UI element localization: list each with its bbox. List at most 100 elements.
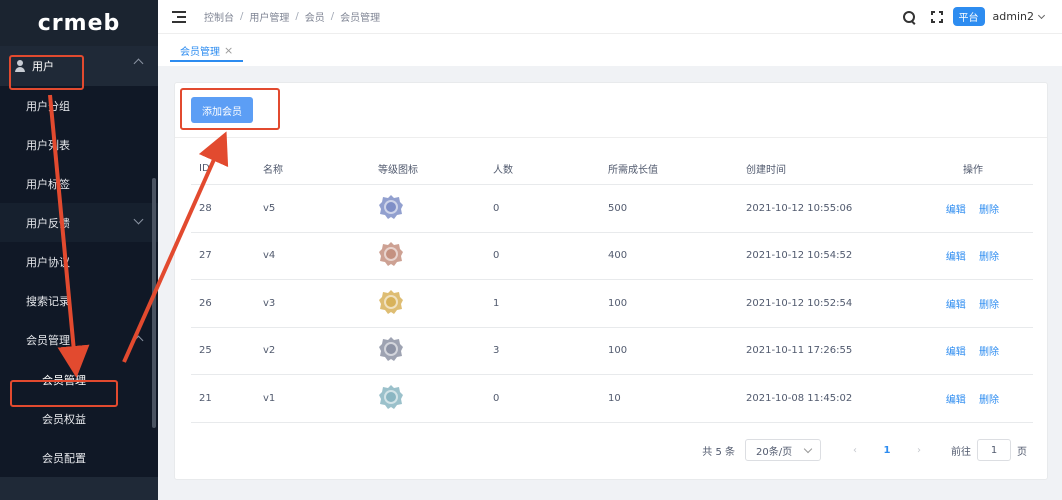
- table-row: 27 v4 0 400 2021-10-12 10:54:52 编辑 删除: [191, 233, 1033, 280]
- annotation-box-member-manage: [10, 380, 118, 407]
- cell-id: 27: [199, 250, 212, 262]
- header-count: 人数: [493, 165, 513, 176]
- cell-name: v3: [263, 297, 276, 309]
- card-toolbar: 添加会员: [175, 83, 1047, 138]
- admin-user-menu[interactable]: admin2: [993, 10, 1034, 23]
- header-growth: 所需成长值: [608, 165, 658, 176]
- breadcrumb-item[interactable]: 控制台: [204, 9, 234, 24]
- chevron-up-icon: [133, 335, 144, 346]
- cell-id: 26: [199, 297, 212, 309]
- table-row: 26 v3 1 100 2021-10-12 10:52:54 编辑 删除: [191, 280, 1033, 328]
- cell-actions: 编辑 删除: [931, 391, 1033, 406]
- cell-created: 2021-10-12 10:55:06: [746, 202, 853, 214]
- edit-link[interactable]: 编辑: [946, 205, 966, 216]
- header-id: ID: [199, 163, 210, 174]
- level-badge-icon: [378, 242, 404, 270]
- tab-label: 会员管理: [180, 46, 220, 58]
- breadcrumb-item: 会员管理: [340, 13, 381, 24]
- delete-link[interactable]: 删除: [979, 205, 999, 216]
- cell-count: 1: [493, 297, 500, 309]
- cell-id: 28: [199, 202, 212, 214]
- header-created: 创建时间: [746, 165, 786, 176]
- sidebar-item-label: 用户列表: [26, 138, 70, 152]
- goto-suffix: 页: [1017, 446, 1027, 458]
- member-level-table: ID 名称 等级图标 人数 所需成长值 创建时间 操作 28 v5 0 500 …: [191, 153, 1033, 423]
- fullscreen-icon[interactable]: [930, 10, 943, 23]
- menu-fold-icon[interactable]: [172, 10, 186, 23]
- cell-id: 21: [199, 392, 212, 404]
- cell-name: v1: [263, 392, 276, 404]
- sidebar-item-member-config[interactable]: 会员配置: [0, 438, 158, 477]
- sidebar-scrollbar[interactable]: [152, 178, 156, 428]
- platform-badge[interactable]: 平台: [952, 7, 985, 26]
- sidebar-item-user-list[interactable]: 用户列表: [0, 125, 158, 164]
- chevron-up-icon: [133, 58, 144, 69]
- cell-created: 2021-10-12 10:52:54: [746, 297, 853, 309]
- cell-growth: 10: [608, 392, 621, 404]
- cell-name: v2: [263, 345, 276, 357]
- cell-level-icon: [378, 289, 493, 318]
- header-level-icon: 等级图标: [378, 165, 418, 176]
- edit-link[interactable]: 编辑: [946, 395, 966, 406]
- search-icon[interactable]: [902, 10, 915, 23]
- delete-link[interactable]: 删除: [979, 252, 999, 263]
- annotation-box-add-button: [180, 88, 280, 130]
- sidebar-group-member[interactable]: 会员管理: [0, 320, 158, 360]
- sidebar-item-label: 会员权益: [42, 412, 86, 426]
- logo[interactable]: crmeb: [0, 0, 158, 46]
- cell-level-icon: [378, 336, 493, 365]
- cell-id: 25: [199, 345, 212, 357]
- level-badge-icon: [378, 337, 404, 365]
- cell-actions: 编辑 删除: [931, 296, 1033, 311]
- sidebar-item-search-record[interactable]: 搜索记录: [0, 281, 158, 320]
- close-icon[interactable]: ×: [224, 44, 233, 57]
- table-header: ID 名称 等级图标 人数 所需成长值 创建时间 操作: [191, 153, 1033, 185]
- cell-actions: 编辑 删除: [931, 201, 1033, 216]
- delete-link[interactable]: 删除: [979, 395, 999, 406]
- sidebar-item-user-tag[interactable]: 用户标签: [0, 164, 158, 203]
- sidebar-item-label: 用户协议: [26, 255, 70, 269]
- sidebar-item-label: 用户分组: [26, 99, 70, 113]
- next-page-button[interactable]: ›: [909, 445, 929, 456]
- cell-level-icon: [378, 384, 493, 413]
- cell-growth: 100: [608, 297, 628, 309]
- breadcrumb-separator: /: [330, 11, 335, 22]
- cell-actions: 编辑 删除: [931, 343, 1033, 358]
- logo-text: crmeb: [37, 10, 121, 36]
- header-actions: 平台 admin2: [902, 7, 1062, 26]
- edit-link[interactable]: 编辑: [946, 252, 966, 263]
- level-badge-icon: [378, 194, 404, 223]
- cell-count: 0: [493, 392, 500, 404]
- sidebar-item-label: 用户反馈: [26, 216, 70, 230]
- page-size-select[interactable]: 20条/页: [745, 439, 821, 461]
- edit-link[interactable]: 编辑: [946, 347, 966, 358]
- breadcrumb-item[interactable]: 用户管理: [249, 9, 289, 24]
- cell-count: 0: [493, 250, 500, 262]
- tab-member-manage[interactable]: 会员管理 ×: [170, 40, 244, 62]
- delete-link[interactable]: 删除: [979, 347, 999, 358]
- cell-growth: 100: [608, 345, 628, 357]
- chevron-down-icon[interactable]: [1037, 11, 1046, 19]
- cell-name: v5: [263, 202, 276, 214]
- goto-page-input[interactable]: [977, 439, 1011, 461]
- page-number-button[interactable]: 1: [877, 445, 897, 456]
- table-row: 21 v1 0 10 2021-10-08 11:45:02 编辑 删除: [191, 375, 1033, 423]
- sidebar-item-user-feedback[interactable]: 用户反馈: [0, 203, 158, 242]
- cell-created: 2021-10-11 17:26:55: [746, 345, 853, 357]
- pagination: 共 5 条 20条/页 ‹ 1 › 前往 页: [702, 439, 1027, 461]
- sidebar-item-user-agreement[interactable]: 用户协议: [0, 242, 158, 281]
- edit-link[interactable]: 编辑: [946, 300, 966, 311]
- cell-created: 2021-10-08 11:45:02: [746, 392, 853, 404]
- sidebar-item-user-group[interactable]: 用户分组: [0, 86, 158, 125]
- content-card: 添加会员 ID 名称 等级图标 人数 所需成长值 创建时间 操作 28 v5 0…: [174, 82, 1048, 480]
- delete-link[interactable]: 删除: [979, 300, 999, 311]
- breadcrumb-item[interactable]: 会员: [305, 9, 325, 24]
- cell-actions: 编辑 删除: [931, 248, 1033, 263]
- cell-name: v4: [263, 250, 276, 262]
- breadcrumb-separator: /: [240, 11, 244, 22]
- sidebar-item-label: 搜索记录: [26, 294, 70, 308]
- prev-page-button[interactable]: ‹: [845, 445, 865, 456]
- chevron-down-icon: [133, 214, 144, 225]
- cell-count: 0: [493, 202, 500, 214]
- sidebar-group-label: 会员管理: [26, 334, 70, 347]
